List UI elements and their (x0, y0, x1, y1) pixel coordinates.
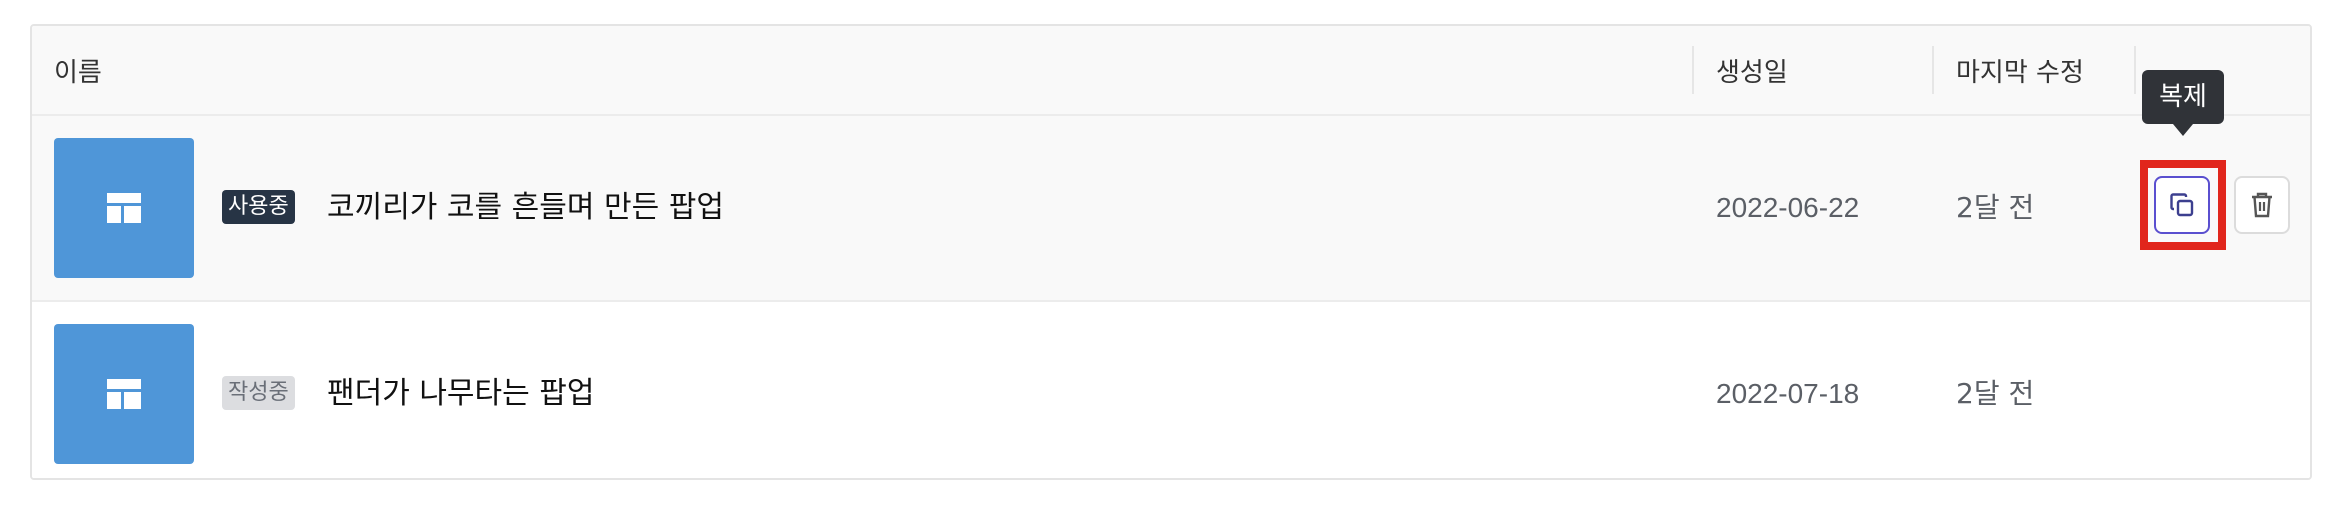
last-modified: 2달 전 (1956, 191, 2035, 224)
column-divider (1692, 46, 1694, 94)
created-date: 2022-07-18 (1716, 378, 1860, 409)
popup-thumbnail[interactable] (54, 324, 194, 464)
popup-title[interactable]: 팬더가 나무타는 팝업 (327, 372, 594, 416)
delete-button[interactable] (2234, 176, 2290, 234)
column-divider (2134, 46, 2136, 94)
duplicate-tooltip: 복제 (2142, 70, 2224, 136)
last-modified: 2달 전 (1956, 377, 2035, 410)
status-badge: 사용중 (222, 190, 295, 224)
duplicate-button[interactable] (2154, 176, 2210, 234)
column-header-created[interactable]: 생성일 (1716, 26, 1788, 114)
popup-title[interactable]: 코끼리가 코를 흔들며 만든 팝업 (327, 186, 724, 230)
column-header-modified[interactable]: 마지막 수정 (1956, 26, 2084, 114)
column-header-name[interactable]: 이름 (54, 26, 102, 114)
popup-table: 이름 생성일 마지막 수정 사용중 코끼리가 코를 흔들며 만든 팝업 2022… (30, 24, 2312, 480)
status-badge: 작성중 (222, 376, 295, 410)
layout-icon (107, 379, 141, 409)
table-row[interactable]: 사용중 코끼리가 코를 흔들며 만든 팝업 2022-06-22 2달 전 (32, 116, 2310, 302)
created-date: 2022-06-22 (1716, 192, 1860, 223)
table-row[interactable]: 작성중 팬더가 나무타는 팝업 2022-07-18 2달 전 (32, 302, 2310, 478)
table-header: 이름 생성일 마지막 수정 (32, 26, 2310, 116)
copy-icon (2170, 193, 2194, 217)
popup-thumbnail[interactable] (54, 138, 194, 278)
column-divider (1932, 46, 1934, 94)
trash-icon (2252, 192, 2272, 218)
layout-icon (107, 193, 141, 223)
